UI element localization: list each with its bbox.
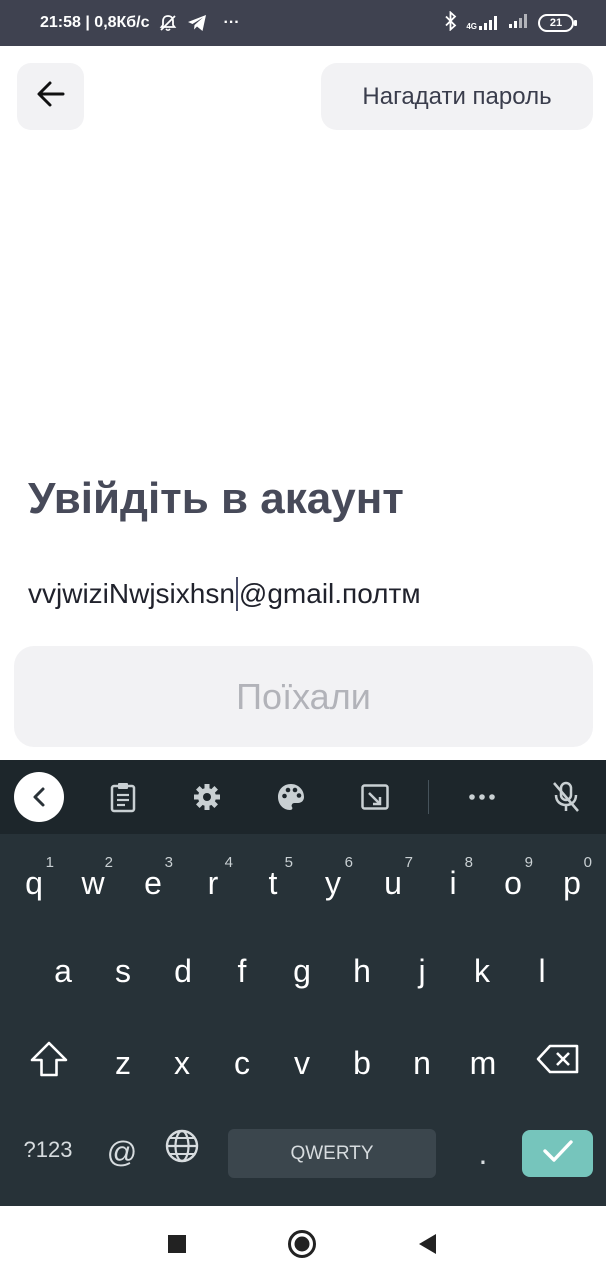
key-a[interactable]: a (33, 936, 93, 1006)
key-label: q (25, 864, 43, 901)
key-t[interactable]: t5 (243, 848, 303, 918)
key-u[interactable]: u7 (363, 848, 423, 918)
key-label: u (384, 864, 402, 901)
key-r[interactable]: r4 (183, 848, 243, 918)
key-label: o (504, 864, 522, 901)
key-h[interactable]: h (332, 936, 392, 1006)
globe-icon (164, 1128, 200, 1172)
status-left: 21:58 | 0,8Кб/с ··· (40, 0, 240, 46)
navigation-bar (0, 1206, 606, 1280)
page-title: Увійдіть в акаунт (28, 474, 404, 523)
status-bar: 21:58 | 0,8Кб/с ··· 4G 21 (0, 0, 606, 46)
keyboard: q1 w2 e3 r4 t5 y6 u7 i8 o9 p0 a s d f g … (0, 760, 606, 1206)
resize-icon[interactable] (355, 777, 395, 817)
text-cursor (235, 577, 238, 611)
key-hint: 2 (104, 854, 113, 871)
key-b[interactable]: b (332, 1028, 392, 1098)
key-n[interactable]: n (392, 1028, 452, 1098)
recents-square-icon[interactable] (161, 1228, 193, 1260)
clipboard-icon[interactable] (103, 777, 143, 817)
back-button[interactable] (17, 63, 84, 130)
period-key[interactable]: . (453, 1118, 513, 1188)
bell-off-icon (158, 13, 178, 33)
key-g[interactable]: g (272, 936, 332, 1006)
key-s[interactable]: s (93, 936, 153, 1006)
key-label: e (144, 864, 162, 901)
key-label: r (207, 864, 219, 901)
space-key[interactable]: QWERTY (228, 1129, 436, 1178)
symbols-key[interactable]: ?123 (14, 1115, 82, 1185)
backspace-key[interactable] (525, 1028, 591, 1098)
key-hint: 3 (164, 854, 173, 871)
enter-key[interactable] (522, 1130, 593, 1177)
signal-4g-icon: 4G (466, 15, 500, 31)
email-text-before-cursor: vvjwiziNwjsixhsn (28, 578, 235, 609)
key-v[interactable]: v (272, 1028, 332, 1098)
email-text-after-cursor: @gmail.полтм (238, 578, 421, 609)
mic-off-icon[interactable] (546, 777, 586, 817)
battery-icon: 21 (538, 14, 577, 32)
key-hint: 8 (464, 854, 473, 871)
key-d[interactable]: d (153, 936, 213, 1006)
more-icon[interactable] (462, 777, 502, 817)
submit-button[interactable]: Поїхали (14, 646, 593, 747)
key-k[interactable]: k (452, 936, 512, 1006)
toolbar-divider (428, 780, 429, 814)
back-triangle-icon[interactable] (411, 1228, 443, 1260)
shift-key[interactable] (18, 1028, 80, 1098)
palette-icon[interactable] (271, 777, 311, 817)
key-label: p (563, 864, 581, 901)
key-hint: 5 (284, 854, 293, 871)
key-z[interactable]: z (93, 1028, 153, 1098)
at-key[interactable]: @ (93, 1118, 151, 1188)
chevron-left-icon[interactable] (14, 772, 64, 822)
key-label: t (268, 864, 278, 901)
key-hint: 4 (224, 854, 233, 871)
key-l[interactable]: l (512, 936, 572, 1006)
key-y[interactable]: y6 (303, 848, 363, 918)
arrow-left-icon (36, 80, 66, 113)
status-time-speed: 21:58 | 0,8Кб/с (40, 14, 150, 31)
remind-password-button[interactable]: Нагадати пароль (321, 63, 593, 130)
key-label: y (325, 864, 341, 901)
key-hint: 1 (45, 854, 54, 871)
key-c[interactable]: c (212, 1028, 272, 1098)
shift-icon (29, 1040, 69, 1086)
key-hint: 9 (524, 854, 533, 871)
keyboard-toolbar (0, 760, 606, 834)
check-icon (541, 1138, 575, 1169)
more-notifications-icon: ··· (223, 14, 240, 31)
home-circle-icon[interactable] (286, 1228, 318, 1260)
key-label: w (81, 864, 105, 901)
email-input[interactable]: vvjwiziNwjsixhsn @gmail.полтм (28, 575, 588, 613)
key-hint: 0 (583, 854, 592, 871)
key-f[interactable]: f (212, 936, 272, 1006)
key-m[interactable]: m (453, 1028, 513, 1098)
key-p[interactable]: p0 (542, 848, 602, 918)
status-right: 4G 21 (444, 0, 577, 46)
key-hint: 7 (404, 854, 413, 871)
bluetooth-icon (444, 9, 458, 36)
key-x[interactable]: x (152, 1028, 212, 1098)
key-o[interactable]: o9 (483, 848, 543, 918)
backspace-icon (536, 1043, 580, 1083)
network-type: 4G (466, 22, 477, 31)
key-q[interactable]: q1 (4, 848, 64, 918)
gear-icon[interactable] (187, 777, 227, 817)
key-i[interactable]: i8 (423, 848, 483, 918)
globe-key[interactable] (152, 1115, 212, 1185)
key-w[interactable]: w2 (63, 848, 123, 918)
key-hint: 6 (344, 854, 353, 871)
signal-icon (508, 13, 530, 34)
key-e[interactable]: e3 (123, 848, 183, 918)
key-j[interactable]: j (392, 936, 452, 1006)
key-label: i (449, 864, 457, 901)
telegram-icon (186, 13, 208, 33)
